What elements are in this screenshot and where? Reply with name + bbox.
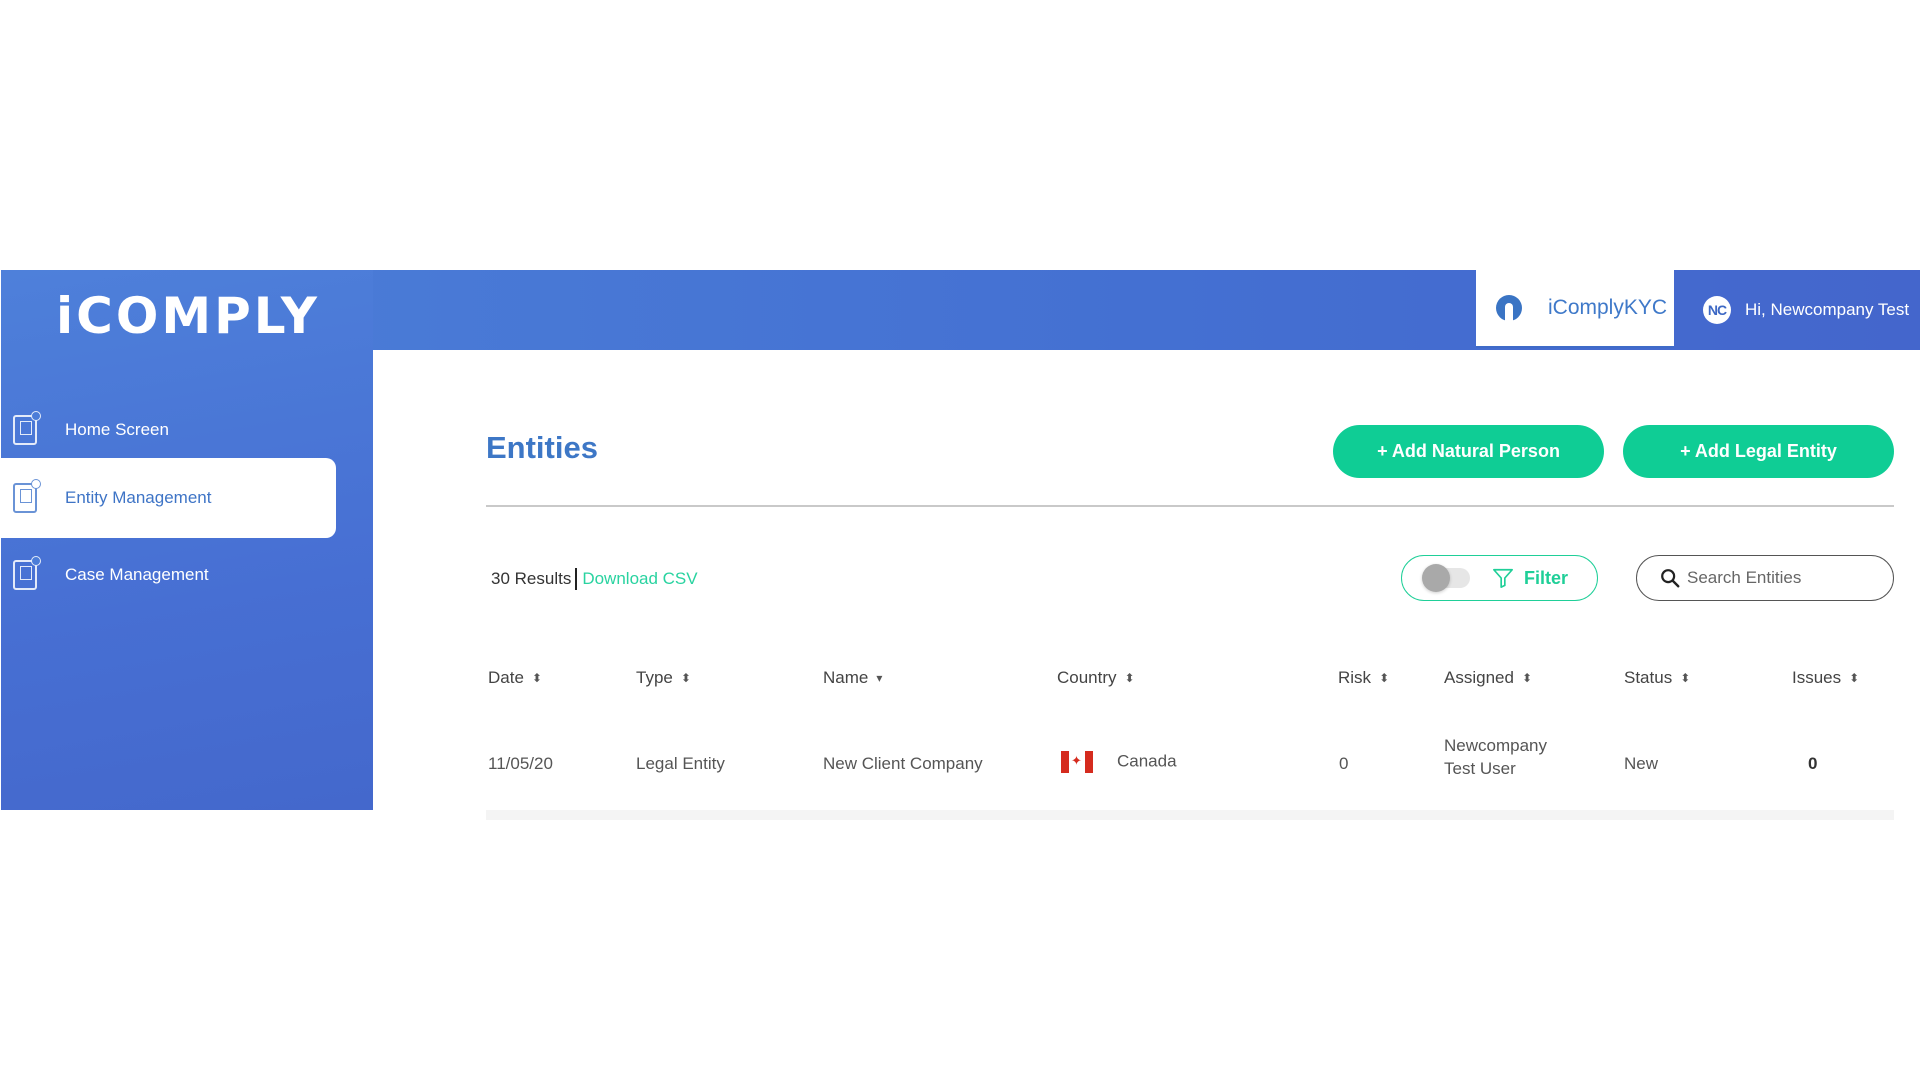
sidebar-item-label: Entity Management [65, 488, 212, 507]
sidebar-item-label: Case Management [65, 565, 209, 584]
sort-icon: ⬍ [1124, 671, 1135, 685]
cell-name: New Client Company [823, 754, 983, 773]
sidebar-item-label: Home Screen [65, 420, 169, 439]
sidebar-item-entity-management[interactable]: Entity Management [1, 458, 336, 538]
funnel-icon[interactable] [1492, 567, 1514, 589]
sort-icon: ⬍ [1521, 671, 1532, 685]
main-content: Entities + Add Natural Person + Add Lega… [373, 350, 1920, 820]
cell-risk: 0 [1339, 754, 1349, 773]
mobile-id-icon [13, 556, 41, 590]
column-header-country[interactable]: Country ⬍ [1057, 668, 1135, 688]
results-separator [575, 568, 578, 590]
app-tab-icomplykyc[interactable]: iComplyKYC [1476, 270, 1674, 348]
header-divider [486, 505, 1894, 507]
mobile-id-icon [13, 479, 41, 513]
column-header-date[interactable]: Date ⬍ [488, 668, 542, 688]
column-label: Date [488, 668, 524, 687]
search-input[interactable] [1687, 568, 1887, 588]
page-title: Entities [486, 430, 598, 465]
cell-country: Canada [1061, 751, 1177, 773]
column-header-risk[interactable]: Risk ⬍ [1338, 668, 1389, 688]
sort-icon: ⬍ [531, 671, 542, 685]
user-menu[interactable]: NC Hi, Newcompany Test [1703, 270, 1909, 350]
table-footer-bar [486, 810, 1894, 820]
column-label: Assigned [1444, 668, 1514, 687]
column-header-assigned[interactable]: Assigned ⬍ [1444, 668, 1532, 688]
icomply-logo[interactable]: iCOMPLY [56, 288, 320, 344]
column-label: Name [823, 668, 869, 687]
column-label: Risk [1338, 668, 1372, 687]
column-label: Type [636, 668, 673, 687]
cell-type: Legal Entity [636, 754, 725, 773]
add-natural-person-button[interactable]: + Add Natural Person [1333, 425, 1604, 478]
app-tab-label: iComplyKYC [1548, 296, 1668, 319]
column-header-name[interactable]: Name ▾ [823, 668, 882, 688]
cell-date: 11/05/20 [488, 754, 553, 773]
filter-button[interactable]: Filter [1524, 568, 1568, 589]
filter-toggle[interactable] [1422, 564, 1470, 592]
sort-icon: ⬍ [1849, 671, 1860, 685]
cell-issues: 0 [1808, 754, 1818, 773]
add-legal-entity-button[interactable]: + Add Legal Entity [1623, 425, 1894, 478]
search-box [1636, 555, 1894, 601]
toggle-knob [1422, 564, 1450, 592]
filter-control: Filter [1401, 555, 1598, 601]
sidebar: iCOMPLY Home Screen Entity Management Ca… [1, 270, 373, 810]
mobile-id-icon [13, 411, 41, 445]
column-header-status[interactable]: Status ⬍ [1624, 668, 1690, 688]
cell-status: New [1624, 754, 1659, 773]
results-bar: 30 Results Download CSV [491, 568, 698, 590]
app-shell: iCOMPLY Home Screen Entity Management Ca… [0, 270, 1920, 820]
sort-icon: ⬍ [680, 671, 691, 685]
sidebar-item-case-management[interactable]: Case Management [1, 535, 336, 615]
download-csv-link[interactable]: Download CSV [582, 569, 697, 589]
column-label: Status [1624, 668, 1673, 687]
table-row[interactable]: 11/05/20 Legal Entity New Client Company… [486, 730, 1894, 810]
sort-icon: ⬍ [1379, 671, 1390, 685]
column-header-type[interactable]: Type ⬍ [636, 668, 691, 688]
cell-assigned: Newcompany Test User [1444, 736, 1547, 778]
avatar: NC [1703, 296, 1731, 324]
column-label: Country [1057, 668, 1117, 687]
sort-desc-icon: ▾ [876, 671, 883, 685]
canada-flag-icon [1061, 751, 1093, 773]
column-header-issues[interactable]: Issues ⬍ [1792, 668, 1859, 688]
column-label: Issues [1792, 668, 1842, 687]
results-count: 30 Results [491, 569, 572, 588]
country-name: Canada [1117, 751, 1177, 771]
icomply-keyhole-icon [1496, 295, 1522, 321]
search-icon [1661, 569, 1680, 588]
sort-icon: ⬍ [1680, 671, 1691, 685]
user-greeting: Hi, Newcompany Test [1745, 300, 1910, 319]
